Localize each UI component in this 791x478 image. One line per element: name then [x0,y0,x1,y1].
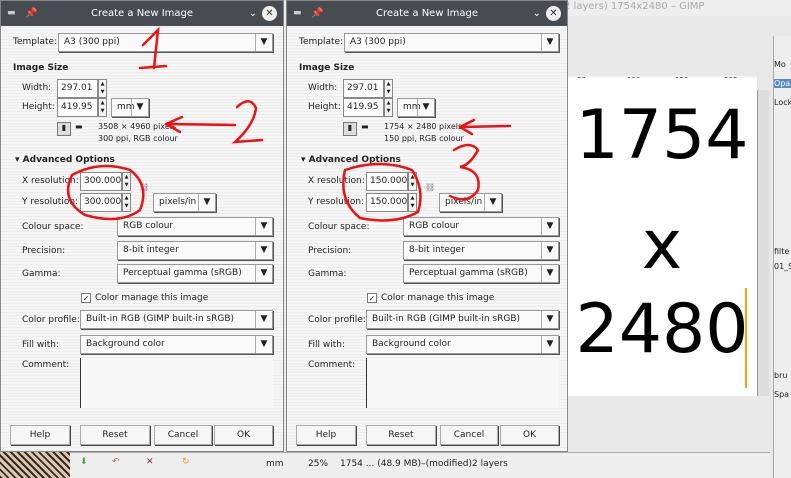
annotation-number-1 [138,26,168,70]
annotation-layer [66,26,512,222]
annotation-arrow-2 [164,115,237,134]
annotation-number-3 [448,143,480,201]
annotation-number-2 [231,100,264,144]
annotation-arrow-right [458,118,512,136]
annotation-circle-right [342,162,422,222]
annotation-circle-left [66,164,145,221]
